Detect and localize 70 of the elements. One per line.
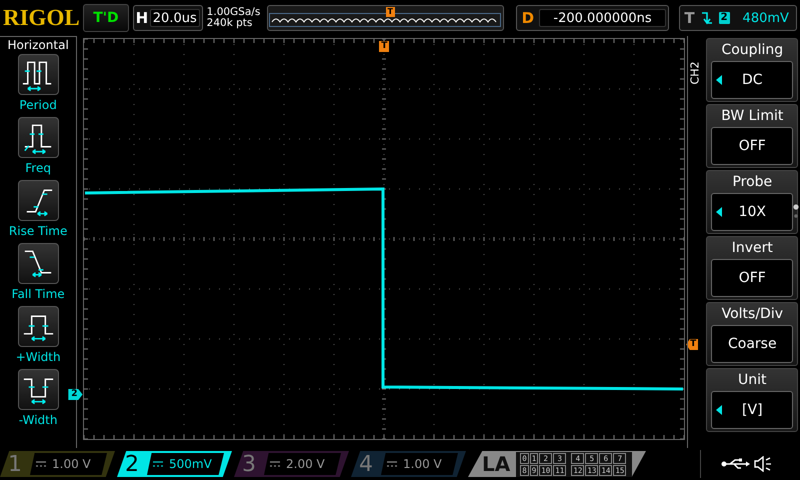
channel-scale: 1.00 V <box>403 457 442 471</box>
usb-icon <box>722 458 750 469</box>
channel-tab[interactable]: 2 500mV <box>117 451 232 477</box>
timebase-value: 20.0us <box>150 9 200 27</box>
dc-coupling-icon <box>36 461 46 467</box>
measure-button[interactable] <box>18 54 59 95</box>
measure-button[interactable] <box>18 243 59 284</box>
measure-label: Rise Time <box>8 223 68 240</box>
value-text: DC <box>742 72 763 88</box>
menu-softkey[interactable]: Volts/Div Coarse <box>706 302 798 366</box>
channel-tab[interactable]: 3 2.00 V <box>234 451 349 477</box>
value-text: 10X <box>738 204 766 220</box>
channel-scale: 2.00 V <box>286 457 325 471</box>
value-text: [V] <box>742 402 763 418</box>
channel-number: 3 <box>241 452 257 476</box>
measure-label: Fall Time <box>12 286 65 303</box>
softkey-title: Coupling <box>721 41 784 59</box>
speaker-muted-icon <box>754 456 772 472</box>
measure-label: +Width <box>16 349 61 366</box>
softkey-title: Invert <box>732 239 773 257</box>
timebase-label: H <box>134 9 150 27</box>
softkey-title: Probe <box>732 173 772 191</box>
value-text: OFF <box>738 270 766 286</box>
memory-depth: 240k pts <box>206 18 254 29</box>
channel-scale: 1.00 V <box>52 457 91 471</box>
channel-marker: 2 <box>68 389 83 400</box>
channel-number: 4 <box>358 452 374 476</box>
channel-tab[interactable]: 4 1.00 V <box>351 451 466 477</box>
menu-softkey[interactable]: BW Limit OFF <box>706 104 798 168</box>
measure-label: Freq <box>25 160 51 177</box>
trigger-panel[interactable]: T 2 480mV <box>679 5 798 31</box>
menu-softkey[interactable]: Unit [V] <box>706 368 798 432</box>
measure-button[interactable] <box>18 306 59 347</box>
value-text: Coarse <box>728 336 777 352</box>
measure-button[interactable] <box>18 117 59 158</box>
delay-value: -200.000000ns <box>538 9 666 27</box>
dc-coupling-icon <box>387 461 397 467</box>
channel-tag: CH2 <box>688 62 703 84</box>
menu-title: Horizontal <box>8 38 69 52</box>
trigger-position-marker: T <box>386 7 395 17</box>
trigger-source: 2 <box>718 12 730 24</box>
channel-number: 2 <box>124 452 140 476</box>
trigger-position-marker: T <box>379 41 390 52</box>
trigger-level: 480mV <box>742 10 789 26</box>
falling-edge-icon <box>700 10 714 26</box>
logic-label: LA <box>482 452 510 476</box>
trigger-label: T <box>684 9 695 27</box>
menu-softkey[interactable]: Coupling DC <box>706 38 798 102</box>
delay-panel[interactable]: D -200.000000ns <box>516 5 670 31</box>
delay-label: D <box>520 9 536 27</box>
dc-coupling-icon <box>270 461 280 467</box>
dc-coupling-icon <box>153 461 163 467</box>
run-status: T'D <box>83 4 129 32</box>
softkey-title: Unit <box>738 371 767 389</box>
trigger-level-marker: T <box>686 339 698 350</box>
timebase-panel[interactable]: H 20.0us <box>132 5 203 31</box>
measure-label: -Width <box>18 412 58 429</box>
measure-button[interactable] <box>18 369 59 410</box>
brand-logo: RIGOL <box>3 5 79 31</box>
measure-button[interactable] <box>18 180 59 221</box>
menu-softkey[interactable]: Invert OFF <box>706 236 798 300</box>
menu-softkey[interactable]: Probe 10X <box>706 170 798 234</box>
sample-rate: 1.00GSa/s <box>206 7 262 18</box>
measure-label: Period <box>19 97 57 114</box>
value-text: OFF <box>738 138 766 154</box>
softkey-title: Volts/Div <box>722 305 783 323</box>
channel-scale: 500mV <box>169 457 212 471</box>
softkey-title: BW Limit <box>721 107 784 125</box>
channel-number: 1 <box>7 452 23 476</box>
channel-tab[interactable]: 1 1.00 V <box>0 451 115 477</box>
